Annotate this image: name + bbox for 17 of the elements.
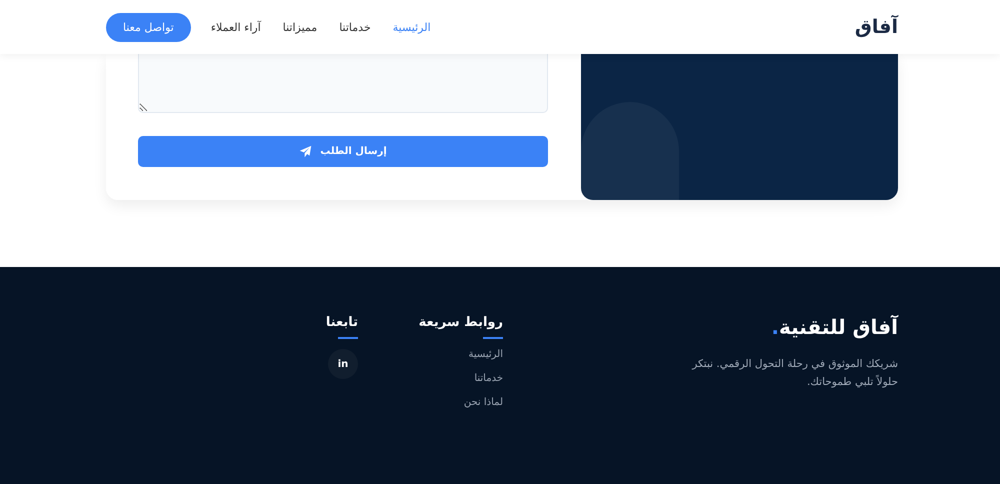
footer-link[interactable]: لماذا نحن [464, 397, 503, 408]
submit-button[interactable]: إرسال الطلب [138, 136, 548, 167]
nav-link[interactable]: آراء العملاء [210, 20, 261, 34]
footer-link[interactable]: خدماتنا [474, 373, 503, 384]
send-icon [299, 145, 312, 158]
footer-link[interactable]: الرئيسية [468, 349, 503, 360]
nav-link[interactable]: مميزاتنا [282, 20, 318, 34]
message-field[interactable] [138, 54, 548, 113]
site-logo[interactable]: آفاق [854, 16, 898, 38]
column-heading: تابعنا [326, 315, 358, 330]
column-heading: روابط سريعة [418, 315, 503, 330]
nav-link[interactable]: الرئيسية [392, 20, 431, 34]
nav-link[interactable]: خدماتنا [339, 20, 371, 34]
footer-description: شريكك الموثوق في رحلة التحول الرقمي. نبتكر حلولاً تلبي طموحاتك. [690, 357, 898, 390]
footer-title: آفاق للتقنية. [770, 315, 898, 339]
contact-button[interactable]: تواصل معنا [106, 12, 191, 42]
social-link[interactable]: in [328, 349, 358, 379]
